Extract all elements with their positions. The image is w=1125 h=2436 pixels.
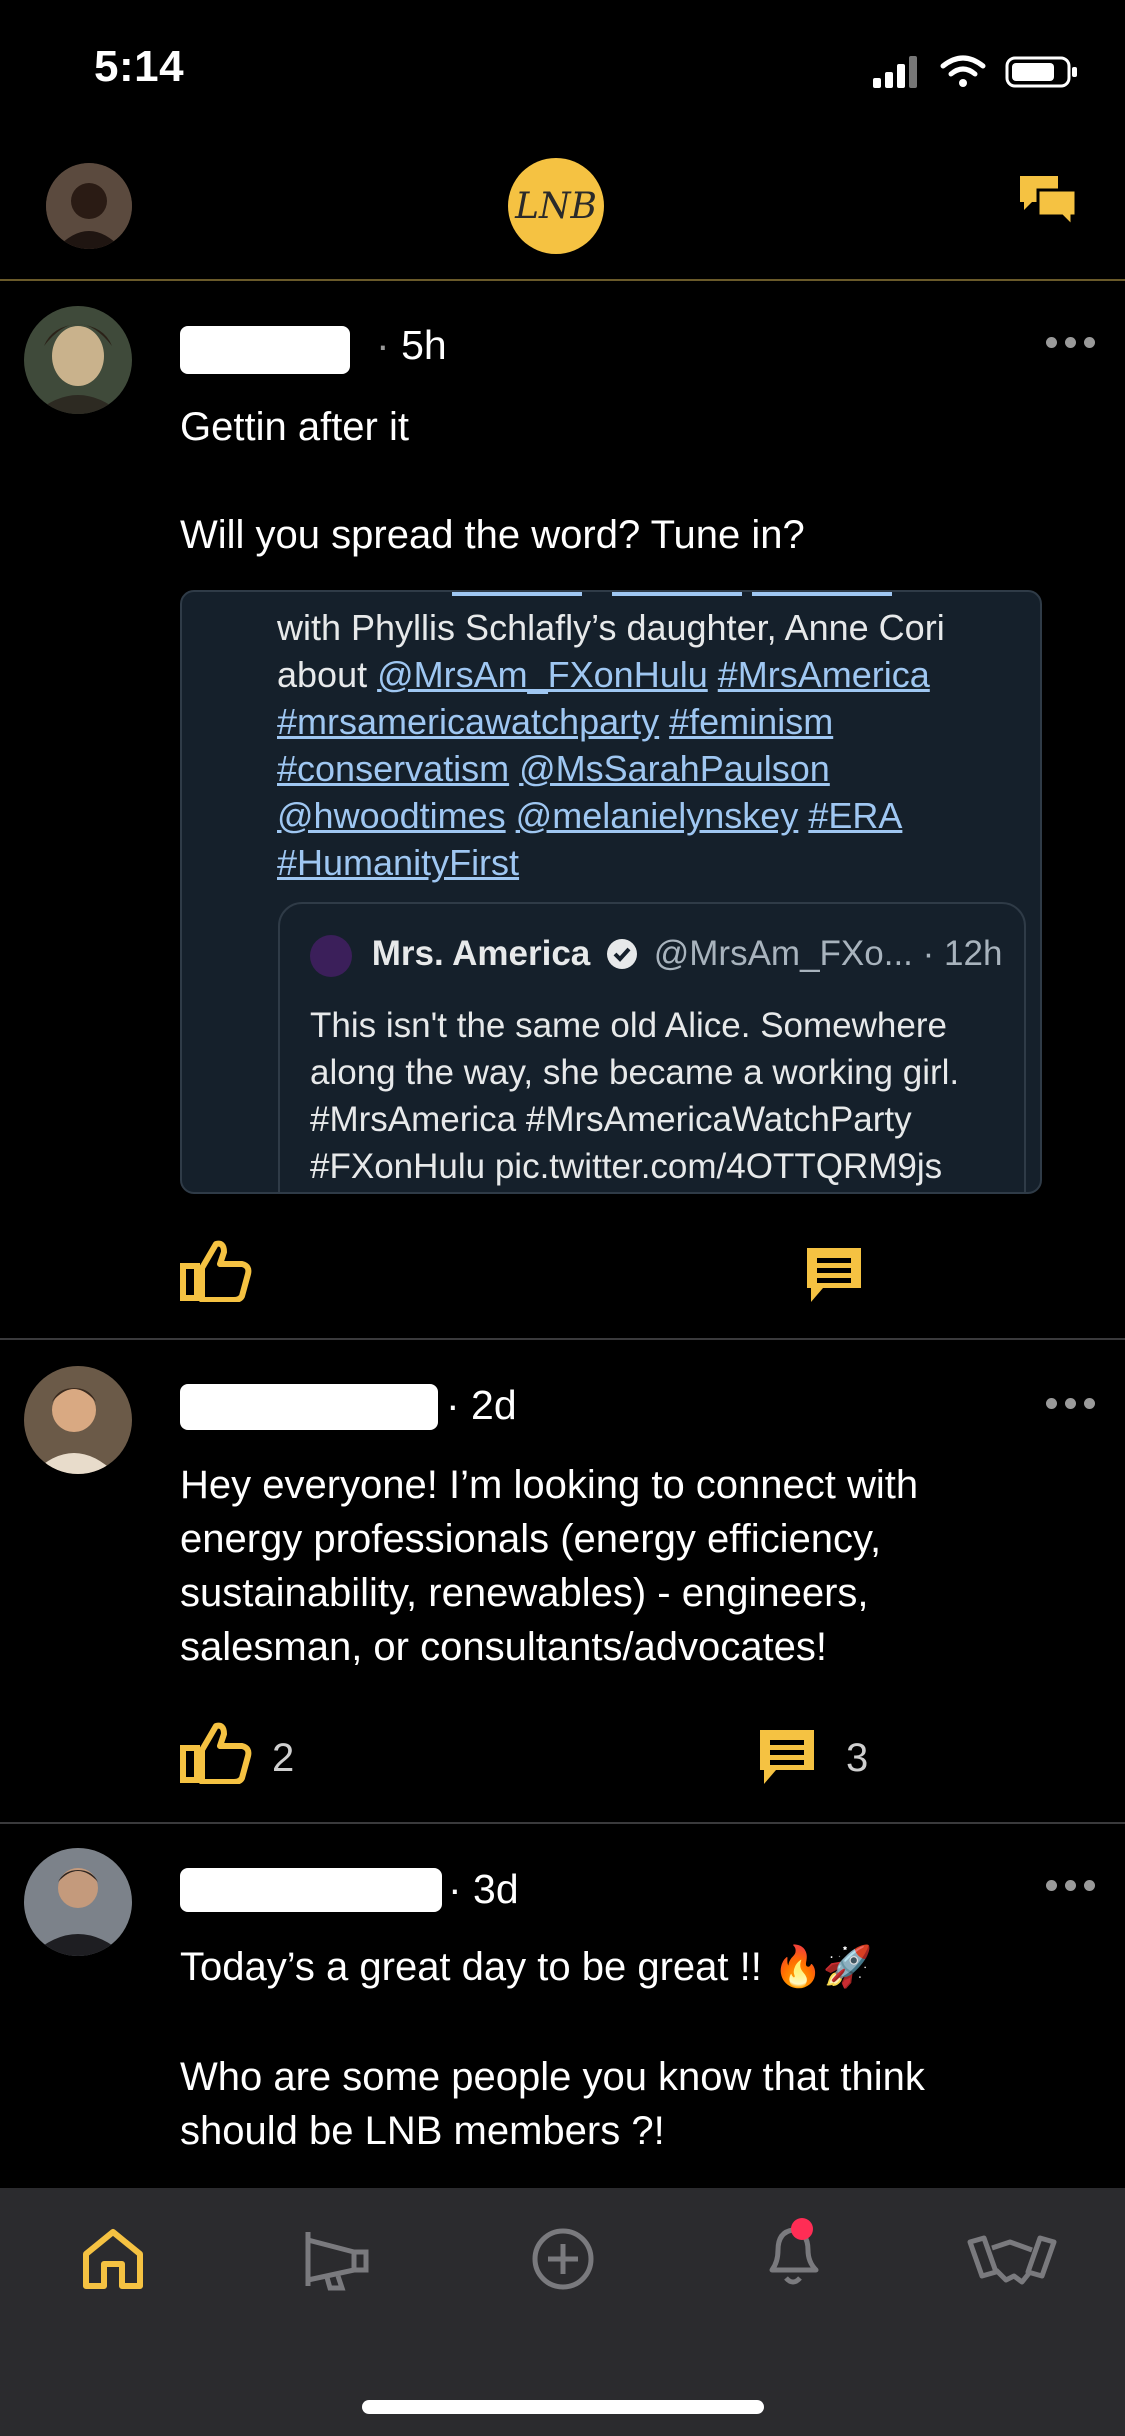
quoted-account-name: Mrs. America bbox=[371, 934, 591, 973]
logo-text: LNB bbox=[515, 185, 597, 227]
quote-line: #MrsAmerica #MrsAmericaWatchParty bbox=[310, 1100, 912, 1139]
cut-link-underline bbox=[752, 592, 892, 596]
quote-line: This isn't the same old Alice. Somewhere bbox=[310, 1006, 947, 1045]
person-avatar-image bbox=[24, 1366, 132, 1474]
mention-link[interactable]: @melanielynskey bbox=[516, 795, 799, 836]
quoted-tweet-text: This isn't the same old Alice. Somewhere… bbox=[310, 1002, 1010, 1190]
embed-line: about @MrsAm_FXonHulu #MrsAmerica bbox=[277, 651, 1017, 698]
embedded-tweet-text: with Phyllis Schlafly’s daughter, Anne C… bbox=[277, 604, 1017, 886]
embed-word: about bbox=[277, 654, 368, 695]
comment-icon[interactable] bbox=[803, 1244, 865, 1306]
painting-avatar-image bbox=[24, 306, 132, 414]
more-options-icon[interactable] bbox=[1046, 1396, 1106, 1410]
more-options-icon[interactable] bbox=[1046, 335, 1106, 349]
quoted-tweet[interactable]: Mrs. America @MrsAm_FXo... · 12h This is… bbox=[278, 902, 1026, 1192]
mention-link[interactable]: @hwoodtimes bbox=[277, 795, 506, 836]
profile-avatar[interactable] bbox=[46, 163, 132, 249]
status-time: 5:14 bbox=[94, 42, 185, 91]
post-text: Will you spread the word? Tune in? bbox=[180, 513, 805, 557]
like-icon[interactable] bbox=[180, 1238, 252, 1302]
person-avatar-image bbox=[46, 163, 132, 249]
header-divider bbox=[0, 279, 1125, 281]
username-redacted[interactable] bbox=[180, 1868, 442, 1912]
post-time: · 3d bbox=[448, 1866, 519, 1912]
quoted-account-avatar bbox=[310, 934, 352, 977]
username-redacted[interactable] bbox=[180, 326, 350, 374]
home-icon[interactable] bbox=[80, 2226, 146, 2292]
quoted-tweet-header: Mrs. America @MrsAm_FXo... · 12h bbox=[310, 934, 1002, 977]
person-avatar-image bbox=[24, 1848, 132, 1956]
hashtag-link[interactable]: #ERA bbox=[808, 795, 902, 836]
verified-badge-icon bbox=[607, 939, 637, 969]
comment-count: 3 bbox=[846, 1736, 869, 1780]
cut-link-underline bbox=[452, 592, 582, 596]
post-time: · 2d bbox=[446, 1382, 517, 1428]
hashtag-link[interactable]: #MrsAmerica bbox=[718, 654, 930, 695]
post-text: Hey everyone! I’m looking to connect wit… bbox=[180, 1463, 919, 1669]
home-indicator bbox=[362, 2400, 764, 2414]
handshake-icon[interactable] bbox=[966, 2232, 1058, 2288]
comment-icon[interactable] bbox=[756, 1726, 818, 1788]
cut-link-underline bbox=[612, 592, 742, 596]
cellular-signal-icon bbox=[873, 56, 917, 88]
post-avatar[interactable] bbox=[24, 1848, 132, 1956]
post-text: Gettin after it bbox=[180, 405, 409, 449]
bell-icon[interactable] bbox=[758, 2214, 828, 2292]
like-icon[interactable] bbox=[180, 1720, 252, 1784]
mention-link[interactable]: @MrsAm_FXonHulu bbox=[377, 654, 708, 695]
post-time: · 5h bbox=[376, 322, 447, 368]
messages-icon[interactable] bbox=[1016, 172, 1080, 232]
embed-line: with Phyllis Schlafly’s daughter, Anne C… bbox=[277, 607, 945, 648]
status-icons bbox=[873, 55, 1077, 88]
battery-icon bbox=[1005, 56, 1077, 88]
post-text: Today’s a great day to be great !! 🔥🚀 bbox=[180, 1945, 873, 1989]
megaphone-icon[interactable] bbox=[302, 2226, 372, 2292]
quote-line: #FXonHulu pic.twitter.com/4OTTQRM9js bbox=[310, 1147, 943, 1186]
post-avatar[interactable] bbox=[24, 306, 132, 414]
notification-badge-icon bbox=[791, 2218, 813, 2240]
username-redacted[interactable] bbox=[180, 1384, 438, 1430]
wifi-icon bbox=[940, 55, 986, 87]
mention-link[interactable]: @MsSarahPaulson bbox=[519, 748, 830, 789]
embed-line: @hwoodtimes @melanielynskey #ERA bbox=[277, 792, 1017, 839]
add-circle-icon[interactable] bbox=[530, 2226, 596, 2292]
quoted-tweet-time: · 12h bbox=[922, 934, 1003, 973]
quoted-account-handle: @MrsAm_FXo... bbox=[653, 934, 913, 973]
embed-line: #mrsamericawatchparty #feminism bbox=[277, 698, 1017, 745]
like-count: 2 bbox=[272, 1736, 295, 1780]
post-text: Who are some people you know that think … bbox=[180, 2055, 925, 2153]
post-divider bbox=[0, 1822, 1125, 1824]
hashtag-link[interactable]: #mrsamericawatchparty bbox=[277, 701, 659, 742]
post-divider bbox=[0, 1338, 1125, 1340]
hashtag-link[interactable]: #HumanityFirst bbox=[277, 842, 519, 883]
embedded-tweet[interactable]: with Phyllis Schlafly’s daughter, Anne C… bbox=[180, 590, 1042, 1194]
embed-line: #HumanityFirst bbox=[277, 839, 1017, 886]
hashtag-link[interactable]: #feminism bbox=[669, 701, 833, 742]
lnb-logo[interactable]: LNB bbox=[508, 158, 604, 254]
quote-line: along the way, she became a working girl… bbox=[310, 1053, 960, 1092]
post-avatar[interactable] bbox=[24, 1366, 132, 1474]
embed-line: #conservatism @MsSarahPaulson bbox=[277, 745, 1017, 792]
more-options-icon[interactable] bbox=[1046, 1878, 1106, 1892]
hashtag-link[interactable]: #conservatism bbox=[277, 748, 509, 789]
